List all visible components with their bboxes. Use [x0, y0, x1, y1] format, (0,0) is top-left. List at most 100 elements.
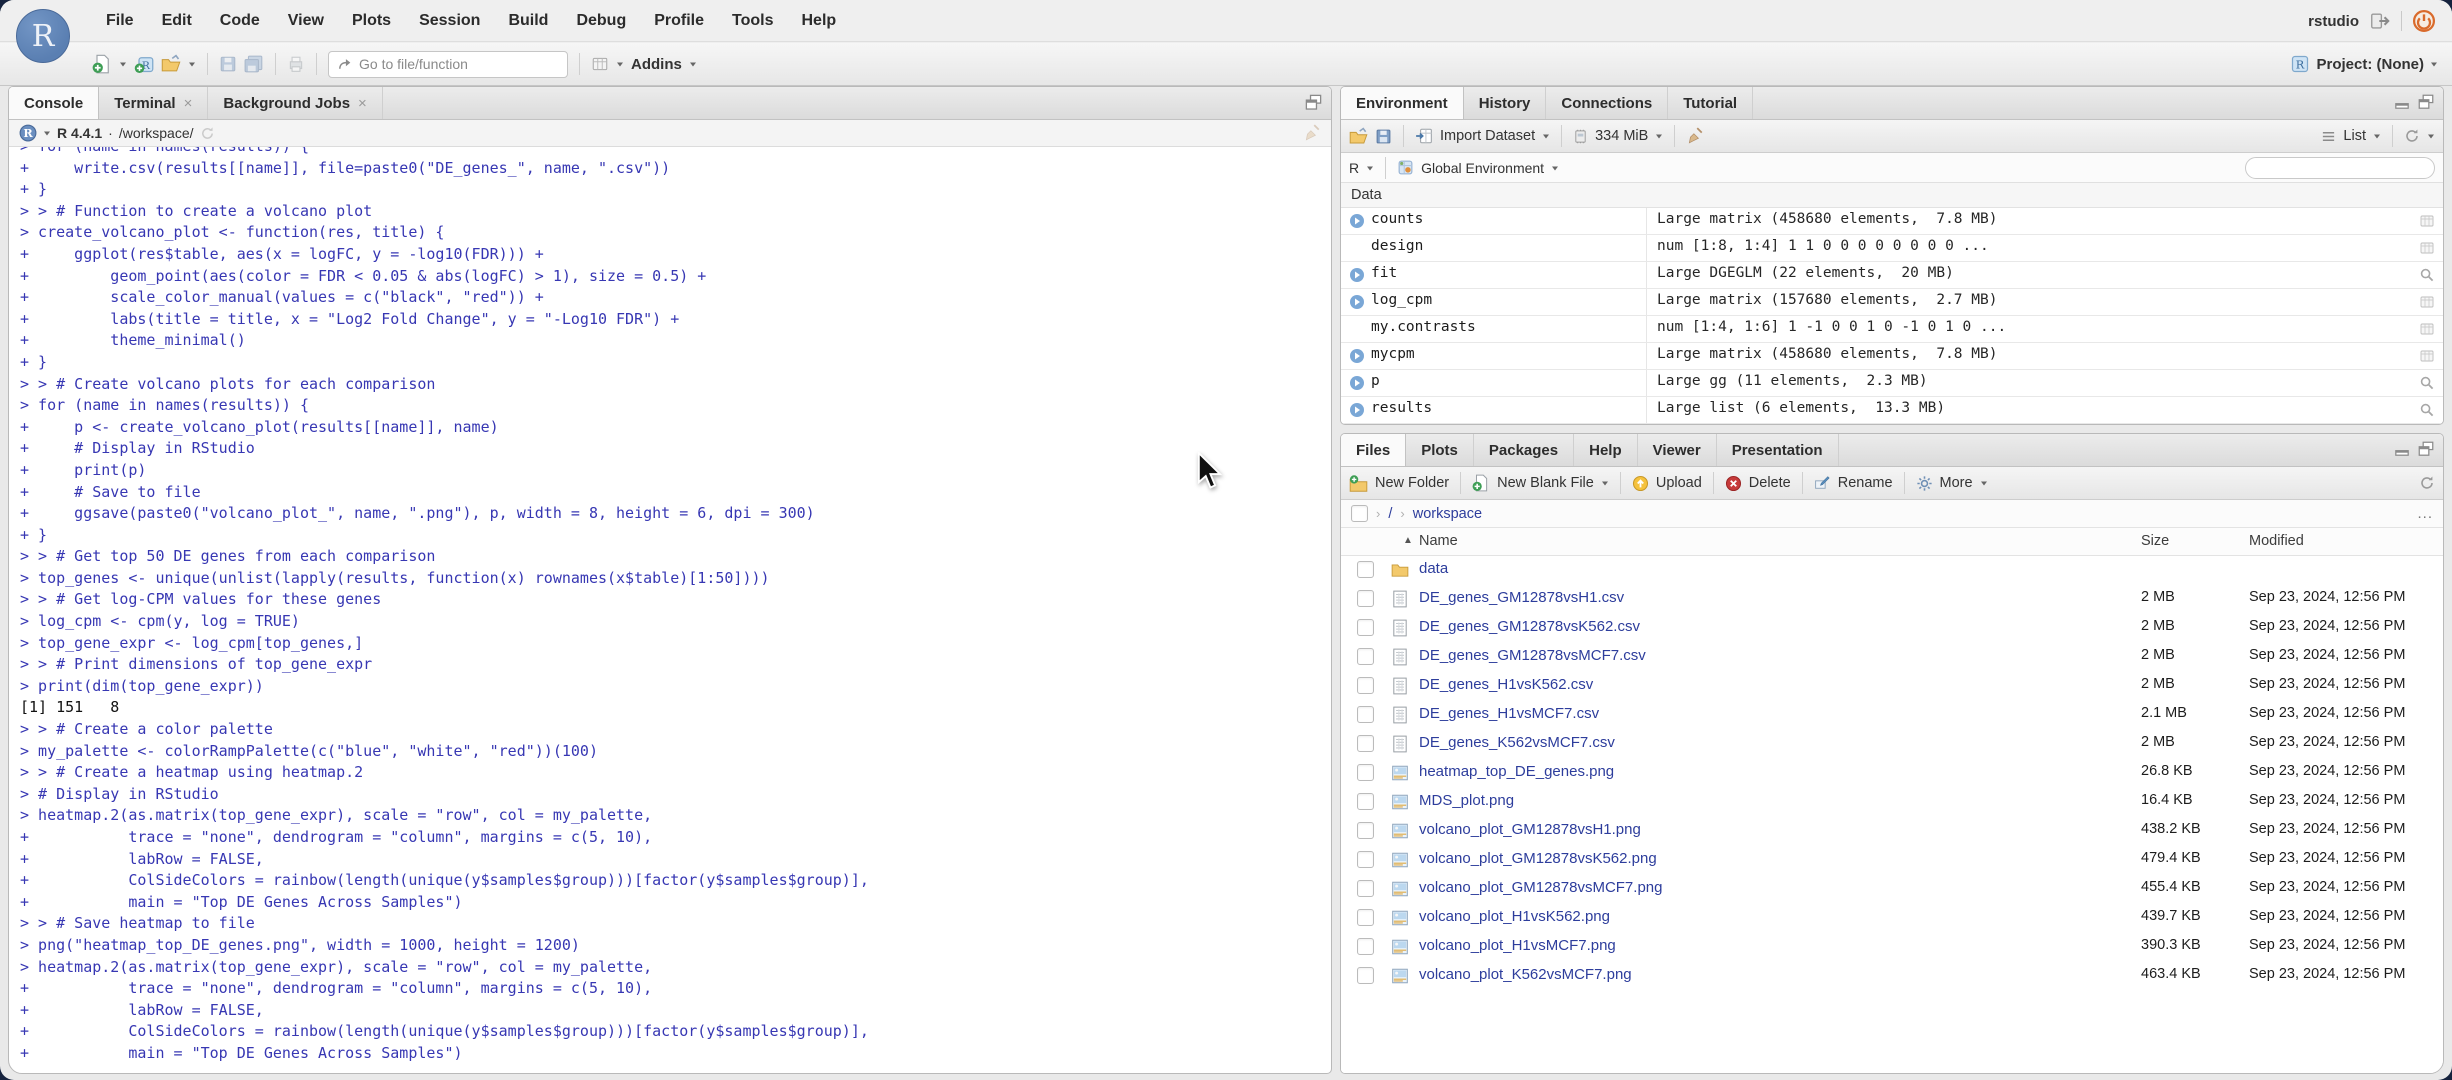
addins-caret-icon[interactable]: [689, 60, 697, 68]
r-version-icon[interactable]: [19, 124, 37, 142]
breadcrumb-more-button[interactable]: ...: [2417, 505, 2433, 522]
upload-icon[interactable]: [1632, 475, 1649, 492]
list-view-caret-icon[interactable]: [2373, 132, 2381, 140]
files-tab-plots[interactable]: Plots: [1406, 434, 1474, 466]
file-row-volcano-plot-k562vsmcf7-png[interactable]: volcano_plot_K562vsMCF7.png 463.4 KB Sep…: [1341, 962, 2443, 991]
scope-caret-icon[interactable]: [1551, 164, 1559, 172]
language-caret-icon[interactable]: [1366, 164, 1374, 172]
minimize-pane-icon[interactable]: [2393, 93, 2411, 111]
expand-object-icon[interactable]: [1349, 402, 1365, 418]
menu-tools[interactable]: Tools: [718, 12, 787, 30]
file-name-link[interactable]: volcano_plot_GM12878vsMCF7.png: [1419, 879, 1662, 896]
list-view-button[interactable]: List: [2343, 128, 2366, 144]
file-name-link[interactable]: volcano_plot_GM12878vsH1.png: [1419, 821, 1641, 838]
environment-tab-connections[interactable]: Connections: [1546, 87, 1669, 119]
maximize-pane-icon[interactable]: [1304, 93, 1323, 112]
file-row-heatmap-top-de-genes-png[interactable]: heatmap_top_DE_genes.png 26.8 KB Sep 23,…: [1341, 759, 2443, 788]
file-row-data[interactable]: data: [1341, 556, 2443, 585]
file-row-volcano-plot-gm12878vsh1-png[interactable]: volcano_plot_GM12878vsH1.png 438.2 KB Se…: [1341, 817, 2443, 846]
file-checkbox[interactable]: [1357, 619, 1374, 636]
select-all-checkbox[interactable]: [1351, 505, 1368, 522]
goto-file-input[interactable]: [359, 56, 539, 72]
environment-tab-tutorial[interactable]: Tutorial: [1668, 87, 1754, 119]
expand-object-icon[interactable]: [1349, 213, 1365, 229]
delete-button[interactable]: Delete: [1749, 475, 1791, 491]
file-checkbox[interactable]: [1357, 706, 1374, 723]
file-name-link[interactable]: volcano_plot_H1vsMCF7.png: [1419, 937, 1616, 954]
file-name-link[interactable]: DE_genes_GM12878vsH1.csv: [1419, 589, 1624, 606]
file-name-link[interactable]: DE_genes_GM12878vsMCF7.csv: [1419, 647, 1646, 664]
view-directory-icon[interactable]: [200, 126, 215, 141]
file-checkbox[interactable]: [1357, 735, 1374, 752]
file-checkbox[interactable]: [1357, 764, 1374, 781]
menu-plots[interactable]: Plots: [338, 12, 405, 30]
menu-view[interactable]: View: [274, 12, 338, 30]
new-file-icon[interactable]: [92, 54, 112, 74]
file-row-volcano-plot-h1vsk562-png[interactable]: volcano_plot_H1vsK562.png 439.7 KB Sep 2…: [1341, 904, 2443, 933]
file-checkbox[interactable]: [1357, 909, 1374, 926]
maximize-pane-icon[interactable]: [2417, 440, 2435, 458]
expand-object-icon[interactable]: [1349, 375, 1365, 391]
environment-object-row-results[interactable]: results Large list (6 elements, 13.3 MB): [1341, 397, 2443, 424]
file-checkbox[interactable]: [1357, 967, 1374, 984]
console-tab-close-icon[interactable]: ×: [184, 95, 193, 112]
file-row-volcano-plot-gm12878vsk562-png[interactable]: volcano_plot_GM12878vsK562.png 479.4 KB …: [1341, 846, 2443, 875]
memory-usage-icon[interactable]: [1573, 129, 1588, 144]
environment-object-row-mycpm[interactable]: mycpm Large matrix (458680 elements, 7.8…: [1341, 343, 2443, 370]
print-icon[interactable]: [287, 55, 305, 73]
more-button[interactable]: More: [1940, 475, 1973, 491]
environment-tab-environment[interactable]: Environment: [1341, 87, 1464, 119]
load-workspace-icon[interactable]: [1349, 127, 1368, 146]
environment-object-row-counts[interactable]: counts Large matrix (458680 elements, 7.…: [1341, 208, 2443, 235]
menu-file[interactable]: File: [92, 12, 148, 30]
environment-search-box[interactable]: [2245, 156, 2435, 179]
memory-usage-label[interactable]: 334 MiB: [1595, 128, 1648, 144]
file-checkbox[interactable]: [1357, 561, 1374, 578]
more-gear-icon[interactable]: [1916, 475, 1933, 492]
file-checkbox[interactable]: [1357, 677, 1374, 694]
file-name-link[interactable]: DE_genes_H1vsMCF7.csv: [1419, 705, 1599, 722]
view-table-icon[interactable]: [2419, 321, 2435, 337]
files-tab-help[interactable]: Help: [1574, 434, 1638, 466]
files-tab-packages[interactable]: Packages: [1474, 434, 1575, 466]
new-folder-button[interactable]: New Folder: [1375, 475, 1449, 491]
column-header-size[interactable]: Size: [2141, 533, 2169, 549]
refresh-environment-icon[interactable]: [2404, 128, 2420, 144]
menu-session[interactable]: Session: [405, 12, 494, 30]
new-blank-file-icon[interactable]: [1472, 474, 1490, 492]
menu-help[interactable]: Help: [788, 12, 851, 30]
more-caret-icon[interactable]: [1980, 479, 1988, 487]
inspect-object-icon[interactable]: [2419, 267, 2435, 283]
compile-grid-icon[interactable]: [591, 55, 609, 73]
save-icon[interactable]: [219, 55, 237, 73]
environment-object-row-p[interactable]: p Large gg (11 elements, 2.3 MB): [1341, 370, 2443, 397]
files-tab-files[interactable]: Files: [1341, 434, 1407, 466]
file-row-volcano-plot-h1vsmcf7-png[interactable]: volcano_plot_H1vsMCF7.png 390.3 KB Sep 2…: [1341, 933, 2443, 962]
clear-console-icon[interactable]: [1303, 124, 1321, 142]
console-tab-terminal[interactable]: Terminal ×: [99, 87, 209, 119]
file-row-de-genes-gm12878vsk562-csv[interactable]: DE_genes_GM12878vsK562.csv 2 MB Sep 23, …: [1341, 614, 2443, 643]
addins-button[interactable]: Addins: [631, 56, 682, 73]
expand-object-icon[interactable]: [1349, 294, 1365, 310]
file-name-link[interactable]: DE_genes_H1vsK562.csv: [1419, 676, 1593, 693]
new-blank-file-caret-icon[interactable]: [1601, 479, 1609, 487]
file-name-link[interactable]: DE_genes_K562vsMCF7.csv: [1419, 734, 1615, 751]
file-name-link[interactable]: data: [1419, 560, 1448, 577]
refresh-files-icon[interactable]: [2419, 475, 2435, 491]
console-tab-console[interactable]: Console: [9, 87, 100, 119]
menu-code[interactable]: Code: [206, 12, 274, 30]
file-row-mds-plot-png[interactable]: MDS_plot.png 16.4 KB Sep 23, 2024, 12:56…: [1341, 788, 2443, 817]
view-table-icon[interactable]: [2419, 294, 2435, 310]
environment-search-input[interactable]: [2259, 160, 2435, 175]
file-checkbox[interactable]: [1357, 793, 1374, 810]
file-row-de-genes-k562vsmcf7-csv[interactable]: DE_genes_K562vsMCF7.csv 2 MB Sep 23, 202…: [1341, 730, 2443, 759]
goto-file-search[interactable]: [328, 50, 568, 78]
import-dataset-icon[interactable]: [1415, 127, 1433, 145]
file-row-de-genes-h1vsmcf7-csv[interactable]: DE_genes_H1vsMCF7.csv 2.1 MB Sep 23, 202…: [1341, 701, 2443, 730]
environment-object-row-my-contrasts[interactable]: my.contrasts num [1:4, 1:6] 1 -1 0 0 1 0…: [1341, 316, 2443, 343]
maximize-pane-icon[interactable]: [2417, 93, 2435, 111]
inspect-object-icon[interactable]: [2419, 375, 2435, 391]
r-version-caret-icon[interactable]: [43, 129, 51, 137]
menu-debug[interactable]: Debug: [562, 12, 640, 30]
column-header-name[interactable]: Name: [1419, 533, 1458, 549]
